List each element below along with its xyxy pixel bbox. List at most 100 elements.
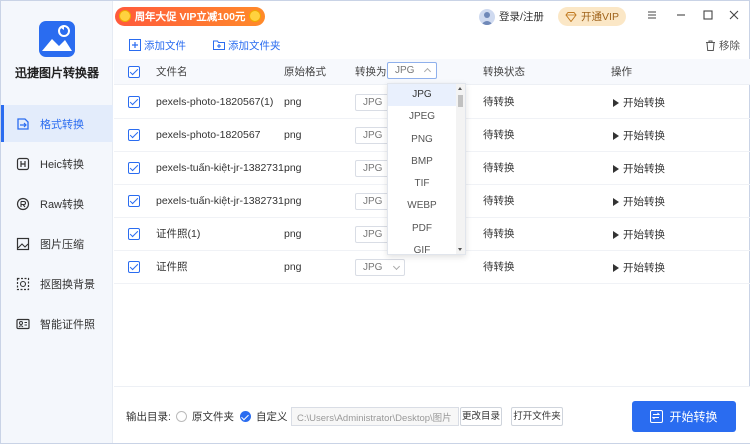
dropdown-option-bmp[interactable]: BMP: [388, 151, 456, 173]
radio-original-label: 原文件夹: [192, 411, 234, 423]
dropdown-option-tif[interactable]: TIF: [388, 173, 456, 195]
sidebar-item-format-convert[interactable]: 格式转换: [1, 105, 113, 142]
sidebar-item-heic[interactable]: Heic转换: [1, 145, 113, 182]
promo-banner[interactable]: 周年大促 VIP立减100元: [115, 7, 265, 26]
image-compress-icon: [15, 236, 31, 252]
row-target-value: JPG: [363, 229, 383, 240]
scroll-up-icon[interactable]: [458, 87, 462, 90]
row-target-select[interactable]: JPG: [355, 259, 405, 276]
maximize-button[interactable]: [700, 7, 716, 23]
row-start-button[interactable]: 开始转换: [613, 152, 665, 185]
output-dir-label: 输出目录:: [126, 411, 171, 423]
row-status: 待转换: [483, 129, 515, 141]
row-target-value: JPG: [363, 130, 383, 141]
sidebar-item-label: Heic转换: [40, 158, 85, 171]
row-filename: 证件照(1): [156, 228, 201, 240]
avatar: [479, 8, 495, 25]
play-icon: [613, 197, 619, 206]
row-target-value: JPG: [363, 97, 383, 108]
output-bar: 输出目录: 原文件夹 自定义 更改目录 打开文件夹 开始转换: [114, 386, 750, 443]
dropdown-option-png[interactable]: PNG: [388, 129, 456, 151]
promo-text: 周年大促 VIP立减100元: [134, 11, 246, 23]
scroll-down-icon[interactable]: [458, 248, 462, 251]
row-start-button[interactable]: 开始转换: [613, 251, 665, 284]
login-label: 登录/注册: [499, 11, 544, 23]
app-window: 迅捷图片转换器 格式转换 Heic转换 Raw转换 图片压缩 抠图换背景 智能证…: [0, 0, 750, 444]
remove-button[interactable]: 移除: [705, 37, 740, 53]
add-file-button[interactable]: 添加文件: [129, 37, 186, 53]
row-target-value: JPG: [363, 163, 383, 174]
start-all-label: 开始转换: [669, 410, 718, 424]
maximize-icon: [703, 10, 713, 20]
row-start-button[interactable]: 开始转换: [613, 86, 665, 119]
row-format: png: [284, 228, 302, 240]
radio-custom-folder[interactable]: [240, 411, 251, 422]
heic-icon: [15, 156, 31, 172]
minimize-button[interactable]: [673, 7, 689, 23]
row-action-label: 开始转换: [623, 262, 665, 274]
dropdown-scrollbar[interactable]: [456, 84, 465, 254]
sidebar-item-label: 格式转换: [40, 118, 84, 131]
row-action-label: 开始转换: [623, 229, 665, 241]
add-folder-label: 添加文件夹: [228, 39, 281, 52]
col-action: 操作: [611, 66, 632, 78]
output-path-field[interactable]: [291, 407, 459, 426]
vip-button[interactable]: 开通VIP: [558, 7, 626, 26]
sidebar-item-compress[interactable]: 图片压缩: [1, 225, 113, 262]
menu-button[interactable]: [644, 7, 660, 23]
col-convert-to: 转换为: [355, 66, 387, 78]
scroll-thumb[interactable]: [458, 95, 463, 107]
row-filename: pexels-tuấn-kiệt-jr-1382731...: [156, 162, 293, 174]
add-folder-icon: [213, 40, 225, 50]
login-button[interactable]: 登录/注册: [479, 8, 544, 25]
dropdown-option-jpeg[interactable]: JPEG: [388, 106, 456, 128]
select-all-checkbox[interactable]: [128, 66, 140, 78]
table-row[interactable]: 证件照 png JPG 待转换 开始转换: [114, 251, 750, 284]
add-folder-button[interactable]: 添加文件夹: [213, 37, 281, 53]
row-action-label: 开始转换: [623, 97, 665, 109]
sidebar-item-raw[interactable]: Raw转换: [1, 185, 113, 222]
remove-label: 移除: [719, 39, 740, 52]
radio-original-folder[interactable]: [176, 411, 187, 422]
convert-all-select[interactable]: JPG: [387, 62, 437, 79]
row-checkbox[interactable]: [128, 195, 140, 207]
coin-icon: [249, 10, 261, 22]
row-format: png: [284, 129, 302, 141]
row-start-button[interactable]: 开始转换: [613, 185, 665, 218]
row-checkbox[interactable]: [128, 261, 140, 273]
row-start-button[interactable]: 开始转换: [613, 218, 665, 251]
sidebar-item-id-photo[interactable]: 智能证件照: [1, 305, 113, 342]
dropdown-option-webp[interactable]: WEBP: [388, 195, 456, 217]
app-logo-icon: [39, 21, 75, 57]
cutout-icon: [15, 276, 31, 292]
sidebar-item-cutout[interactable]: 抠图换背景: [1, 265, 113, 302]
diamond-icon: [565, 11, 577, 22]
app-name: 迅捷图片转换器: [14, 66, 99, 80]
row-start-button[interactable]: 开始转换: [613, 119, 665, 152]
dropdown-option-pdf[interactable]: PDF: [388, 218, 456, 240]
sidebar-item-label: 图片压缩: [40, 238, 84, 251]
chevron-down-icon: [392, 262, 401, 271]
close-button[interactable]: [726, 7, 742, 23]
open-folder-button[interactable]: 打开文件夹: [511, 407, 563, 426]
row-filename: pexels-tuấn-kiệt-jr-1382731: [156, 195, 284, 207]
row-checkbox[interactable]: [128, 96, 140, 108]
dropdown-option-jpg[interactable]: JPG: [388, 84, 456, 107]
close-icon: [729, 10, 739, 20]
vip-label: 开通VIP: [581, 11, 619, 23]
start-all-button[interactable]: 开始转换: [632, 401, 736, 432]
play-icon: [613, 263, 619, 272]
row-checkbox[interactable]: [128, 228, 140, 240]
row-checkbox[interactable]: [128, 129, 140, 141]
row-filename: 证件照: [156, 261, 188, 273]
col-status: 转换状态: [483, 66, 525, 78]
row-format: png: [284, 96, 302, 108]
format-convert-icon: [15, 116, 31, 132]
change-dir-button[interactable]: 更改目录: [460, 407, 502, 426]
coin-icon: [119, 10, 131, 22]
chevron-up-icon: [423, 67, 432, 76]
row-checkbox[interactable]: [128, 162, 140, 174]
dropdown-option-gif[interactable]: GIF: [388, 240, 456, 254]
row-target-value: JPG: [363, 262, 383, 273]
radio-custom-label: 自定义: [256, 411, 288, 423]
